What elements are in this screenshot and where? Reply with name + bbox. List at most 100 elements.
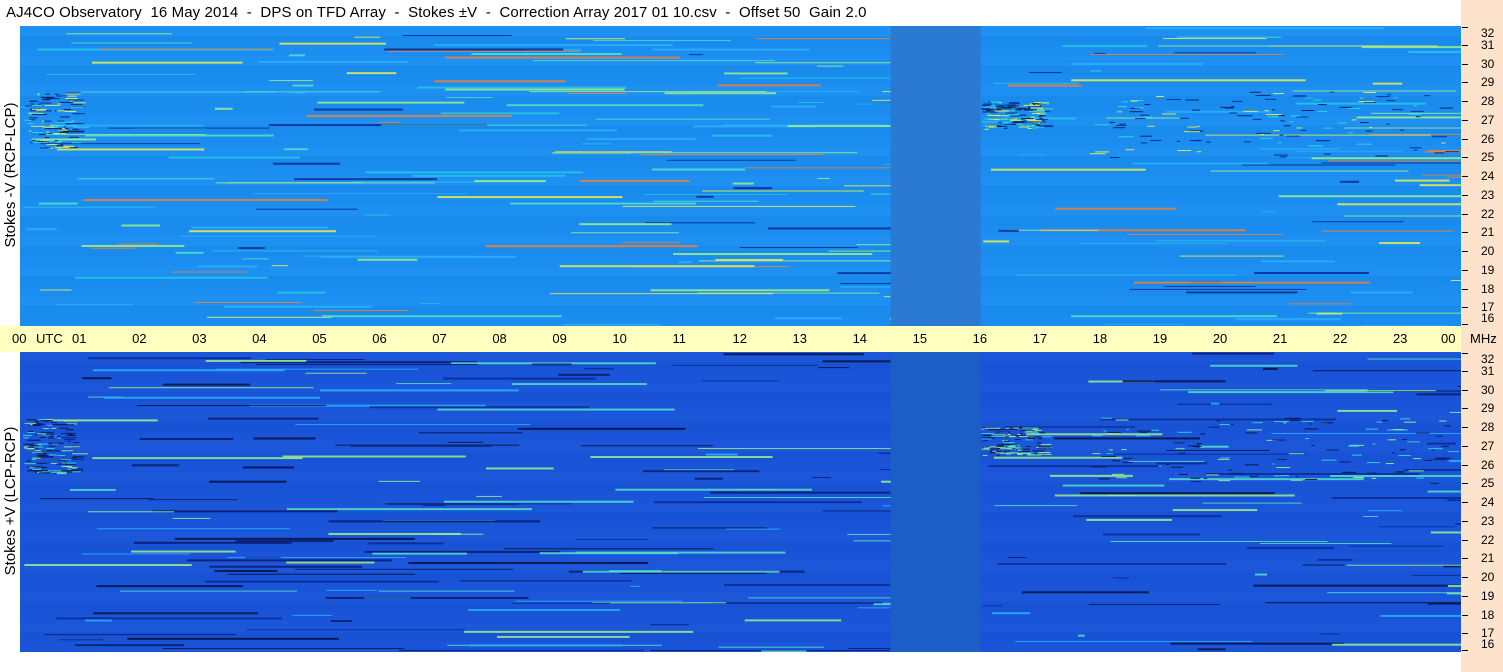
- noise-cluster-mark: [68, 434, 74, 436]
- noise-cluster-mark: [68, 99, 84, 101]
- interference-streak: [286, 561, 375, 564]
- noise-cluster-mark: [1027, 436, 1037, 438]
- noise-cluster-mark: [63, 109, 71, 111]
- interference-streak: [194, 301, 302, 303]
- noise-cluster-mark: [60, 116, 70, 118]
- noise-cluster-mark: [1279, 156, 1287, 158]
- noise-cluster-mark: [1010, 433, 1018, 435]
- noise-cluster-mark: [1272, 463, 1275, 465]
- interference-streak: [1088, 604, 1220, 606]
- interference-streak: [723, 584, 891, 587]
- noise-cluster-mark: [987, 446, 990, 448]
- interference-streak: [444, 500, 634, 503]
- noise-cluster-mark: [1224, 107, 1234, 109]
- noise-cluster-mark: [1279, 120, 1286, 122]
- interference-streak: [702, 190, 864, 192]
- interference-streak: [223, 305, 372, 308]
- interference-streak: [673, 253, 873, 256]
- interference-streak: [209, 480, 287, 483]
- noise-cluster-mark: [1397, 471, 1405, 473]
- heatmap-band: [20, 632, 1461, 642]
- interference-streak: [1450, 279, 1461, 281]
- noise-cluster-mark: [1144, 116, 1153, 118]
- interference-streak: [997, 562, 1227, 565]
- interference-streak: [119, 590, 298, 592]
- interference-streak: [295, 424, 531, 426]
- noise-cluster-mark: [65, 93, 81, 95]
- interference-streak: [381, 124, 588, 126]
- noise-cluster-mark: [1439, 420, 1447, 422]
- noise-cluster-mark: [989, 448, 999, 450]
- noise-cluster-mark: [984, 427, 1001, 429]
- heatmap-band: [20, 296, 1461, 306]
- noise-cluster-mark: [1038, 125, 1053, 127]
- noise-cluster-mark: [999, 122, 1002, 124]
- interference-streak: [1363, 516, 1379, 518]
- interference-streak: [579, 223, 672, 226]
- noise-cluster-mark: [47, 470, 62, 472]
- interference-streak: [856, 244, 891, 246]
- interference-streak: [1449, 411, 1461, 413]
- utc-tick-label: 08: [492, 331, 507, 346]
- interference-streak: [879, 468, 891, 470]
- noise-cluster-mark: [42, 126, 55, 128]
- interference-streak: [1337, 203, 1461, 206]
- noise-cluster-mark: [1190, 477, 1200, 479]
- frequency-tick-label: 22: [1481, 532, 1495, 547]
- noise-cluster-mark: [983, 447, 990, 449]
- noise-cluster-mark: [24, 463, 37, 465]
- interference-streak: [26, 228, 57, 231]
- noise-cluster-mark: [1155, 96, 1165, 98]
- noise-cluster-mark: [71, 456, 77, 458]
- interference-streak: [1102, 533, 1201, 536]
- noise-cluster-mark: [999, 118, 1012, 120]
- interference-streak: [816, 65, 844, 67]
- noise-cluster-mark: [1278, 115, 1285, 117]
- noise-cluster-mark: [73, 102, 86, 104]
- interference-streak: [882, 505, 891, 507]
- noise-cluster-mark: [1376, 421, 1383, 423]
- interference-streak: [797, 102, 825, 104]
- interference-streak: [1202, 502, 1302, 504]
- noise-cluster-mark: [1436, 457, 1451, 459]
- noise-cluster-mark: [38, 444, 42, 446]
- noise-cluster-mark: [1017, 121, 1033, 123]
- noise-cluster-mark: [1392, 452, 1395, 454]
- noise-cluster-mark: [982, 104, 990, 106]
- interference-streak: [66, 33, 173, 35]
- noise-cluster-mark: [1038, 446, 1052, 448]
- interference-streak: [463, 630, 694, 633]
- noise-cluster-mark: [1038, 116, 1043, 118]
- noise-cluster-mark: [1252, 118, 1262, 120]
- noise-cluster-mark: [1119, 123, 1126, 125]
- utc-tick-label: 09: [552, 331, 567, 346]
- noise-cluster-mark: [48, 445, 56, 447]
- interference-streak: [1163, 38, 1267, 40]
- noise-cluster-mark: [1134, 107, 1145, 109]
- interference-streak: [77, 178, 215, 180]
- interference-streak: [664, 469, 735, 471]
- noise-cluster-mark: [1187, 126, 1198, 128]
- noise-cluster-mark: [53, 435, 58, 437]
- interference-streak: [350, 445, 492, 447]
- noise-cluster-mark: [1403, 421, 1417, 423]
- frequency-tick-label: 29: [1481, 401, 1495, 416]
- noise-cluster-mark: [1339, 461, 1351, 463]
- noise-cluster-mark: [23, 443, 35, 445]
- noise-cluster-mark: [1196, 443, 1200, 445]
- interference-streak: [59, 639, 103, 641]
- frequency-tick: [1462, 558, 1468, 560]
- noise-cluster-mark: [1444, 425, 1451, 427]
- utc-tick-label: 07: [432, 331, 447, 346]
- frequency-tick: [1462, 502, 1468, 503]
- frequency-tick: [1462, 119, 1468, 121]
- noise-cluster-mark: [36, 433, 46, 435]
- interference-streak: [651, 168, 746, 171]
- interference-streak: [214, 569, 277, 572]
- noise-cluster-mark: [58, 459, 67, 461]
- noise-cluster-mark: [1028, 438, 1036, 440]
- noise-cluster-mark: [1265, 98, 1276, 100]
- noise-cluster-mark: [1149, 140, 1162, 142]
- interference-streak: [1210, 402, 1220, 405]
- noise-cluster-mark: [71, 137, 86, 139]
